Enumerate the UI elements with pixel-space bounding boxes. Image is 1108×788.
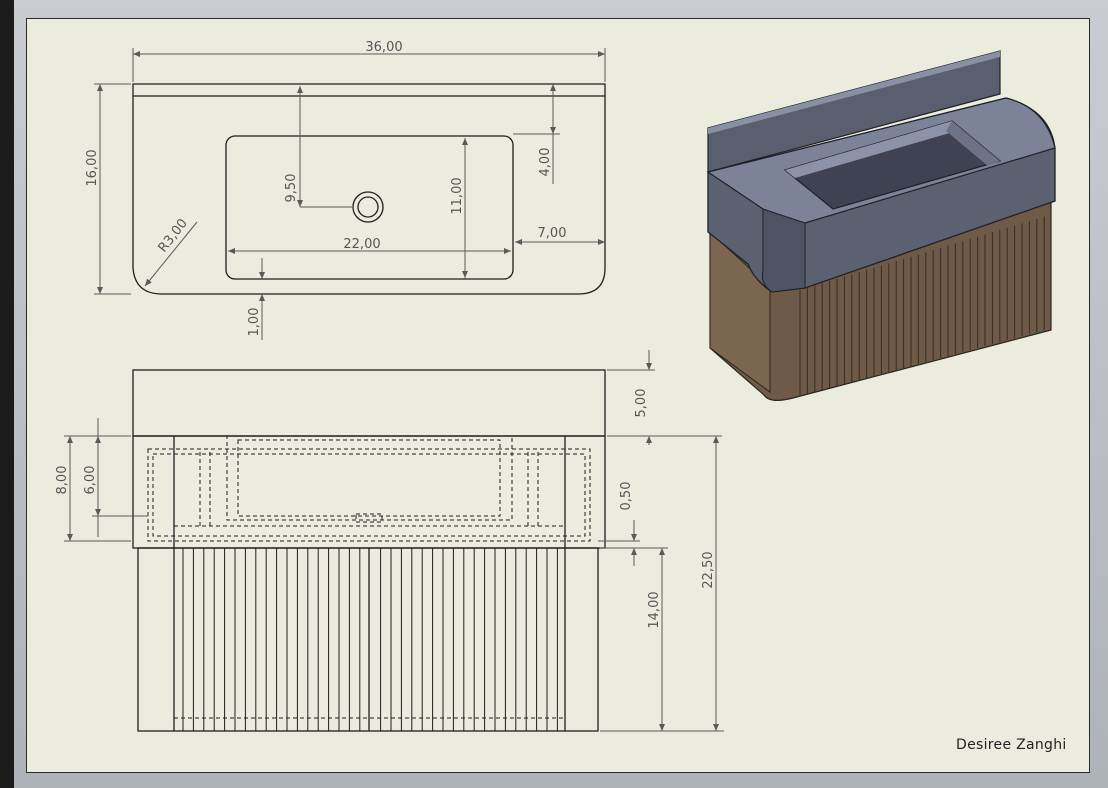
dim-inner-height: 6,00 bbox=[83, 466, 98, 495]
dim-side-offset: 7,00 bbox=[538, 226, 567, 241]
basin-outline bbox=[225, 135, 514, 280]
dim-total-height: 22,50 bbox=[701, 551, 716, 588]
dim-overall-width: 36,00 bbox=[365, 40, 402, 55]
drain-inner bbox=[357, 196, 379, 218]
top-view-dimensions bbox=[94, 48, 606, 340]
countertop-front bbox=[132, 369, 606, 437]
fluting-lines bbox=[182, 548, 558, 731]
dim-top-thickness: 5,00 bbox=[634, 389, 649, 418]
top-view bbox=[132, 83, 606, 295]
technical-drawing: 36,00 22,00 7,00 16,00 9,50 11,00 4,00 1… bbox=[55, 40, 1056, 732]
dim-gap: 0,50 bbox=[619, 482, 634, 511]
upper-section bbox=[132, 435, 606, 549]
top-view-outline bbox=[132, 83, 606, 295]
dim-back-offset: 4,00 bbox=[538, 148, 553, 177]
dim-front-offset: 1,00 bbox=[247, 308, 262, 337]
dim-basin-depth: 11,00 bbox=[450, 177, 465, 214]
author-name: Desiree Zanghi bbox=[956, 737, 1067, 753]
front-view-dim-labels: 5,00 8,00 6,00 0,50 14,00 22,50 bbox=[55, 389, 716, 629]
countertop-front-corner bbox=[761, 208, 806, 293]
isometric-view bbox=[706, 50, 1056, 401]
dim-upper-height: 8,00 bbox=[55, 466, 70, 495]
dim-cabinet-height: 14,00 bbox=[647, 591, 662, 628]
cabinet-front bbox=[137, 547, 599, 732]
dim-drain-offset: 9,50 bbox=[284, 174, 299, 203]
dim-depth: 16,00 bbox=[85, 149, 100, 186]
dim-basin-width: 22,00 bbox=[343, 237, 380, 252]
